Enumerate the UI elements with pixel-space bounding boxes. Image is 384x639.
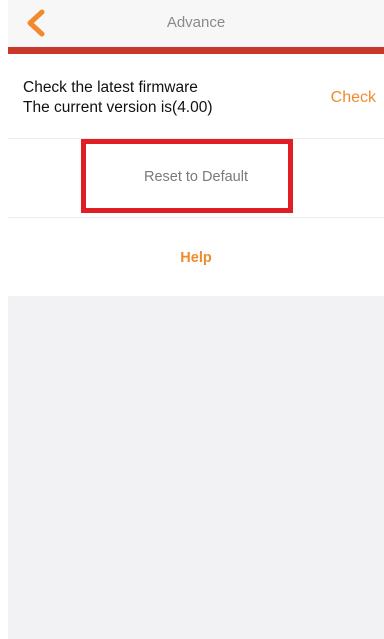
firmware-row: Check the latest firmware The current ve…: [8, 54, 384, 139]
firmware-info: Check the latest firmware The current ve…: [23, 78, 213, 118]
header-accent-bar: [8, 47, 384, 54]
settings-list: Check the latest firmware The current ve…: [8, 54, 384, 296]
app-view: Advance Check the latest firmware The cu…: [8, 0, 384, 639]
page-title: Advance: [166, 14, 226, 31]
help-row: Help: [8, 218, 384, 296]
navigation-bar: Advance: [8, 0, 384, 46]
firmware-title: Check the latest firmware: [23, 79, 198, 96]
firmware-version: The current version is(4.00): [23, 99, 213, 116]
screen: Advance Check the latest firmware The cu…: [0, 0, 384, 639]
highlight-annotation-box: [81, 139, 293, 213]
check-button[interactable]: Check: [331, 89, 376, 107]
help-button[interactable]: Help: [8, 250, 384, 266]
